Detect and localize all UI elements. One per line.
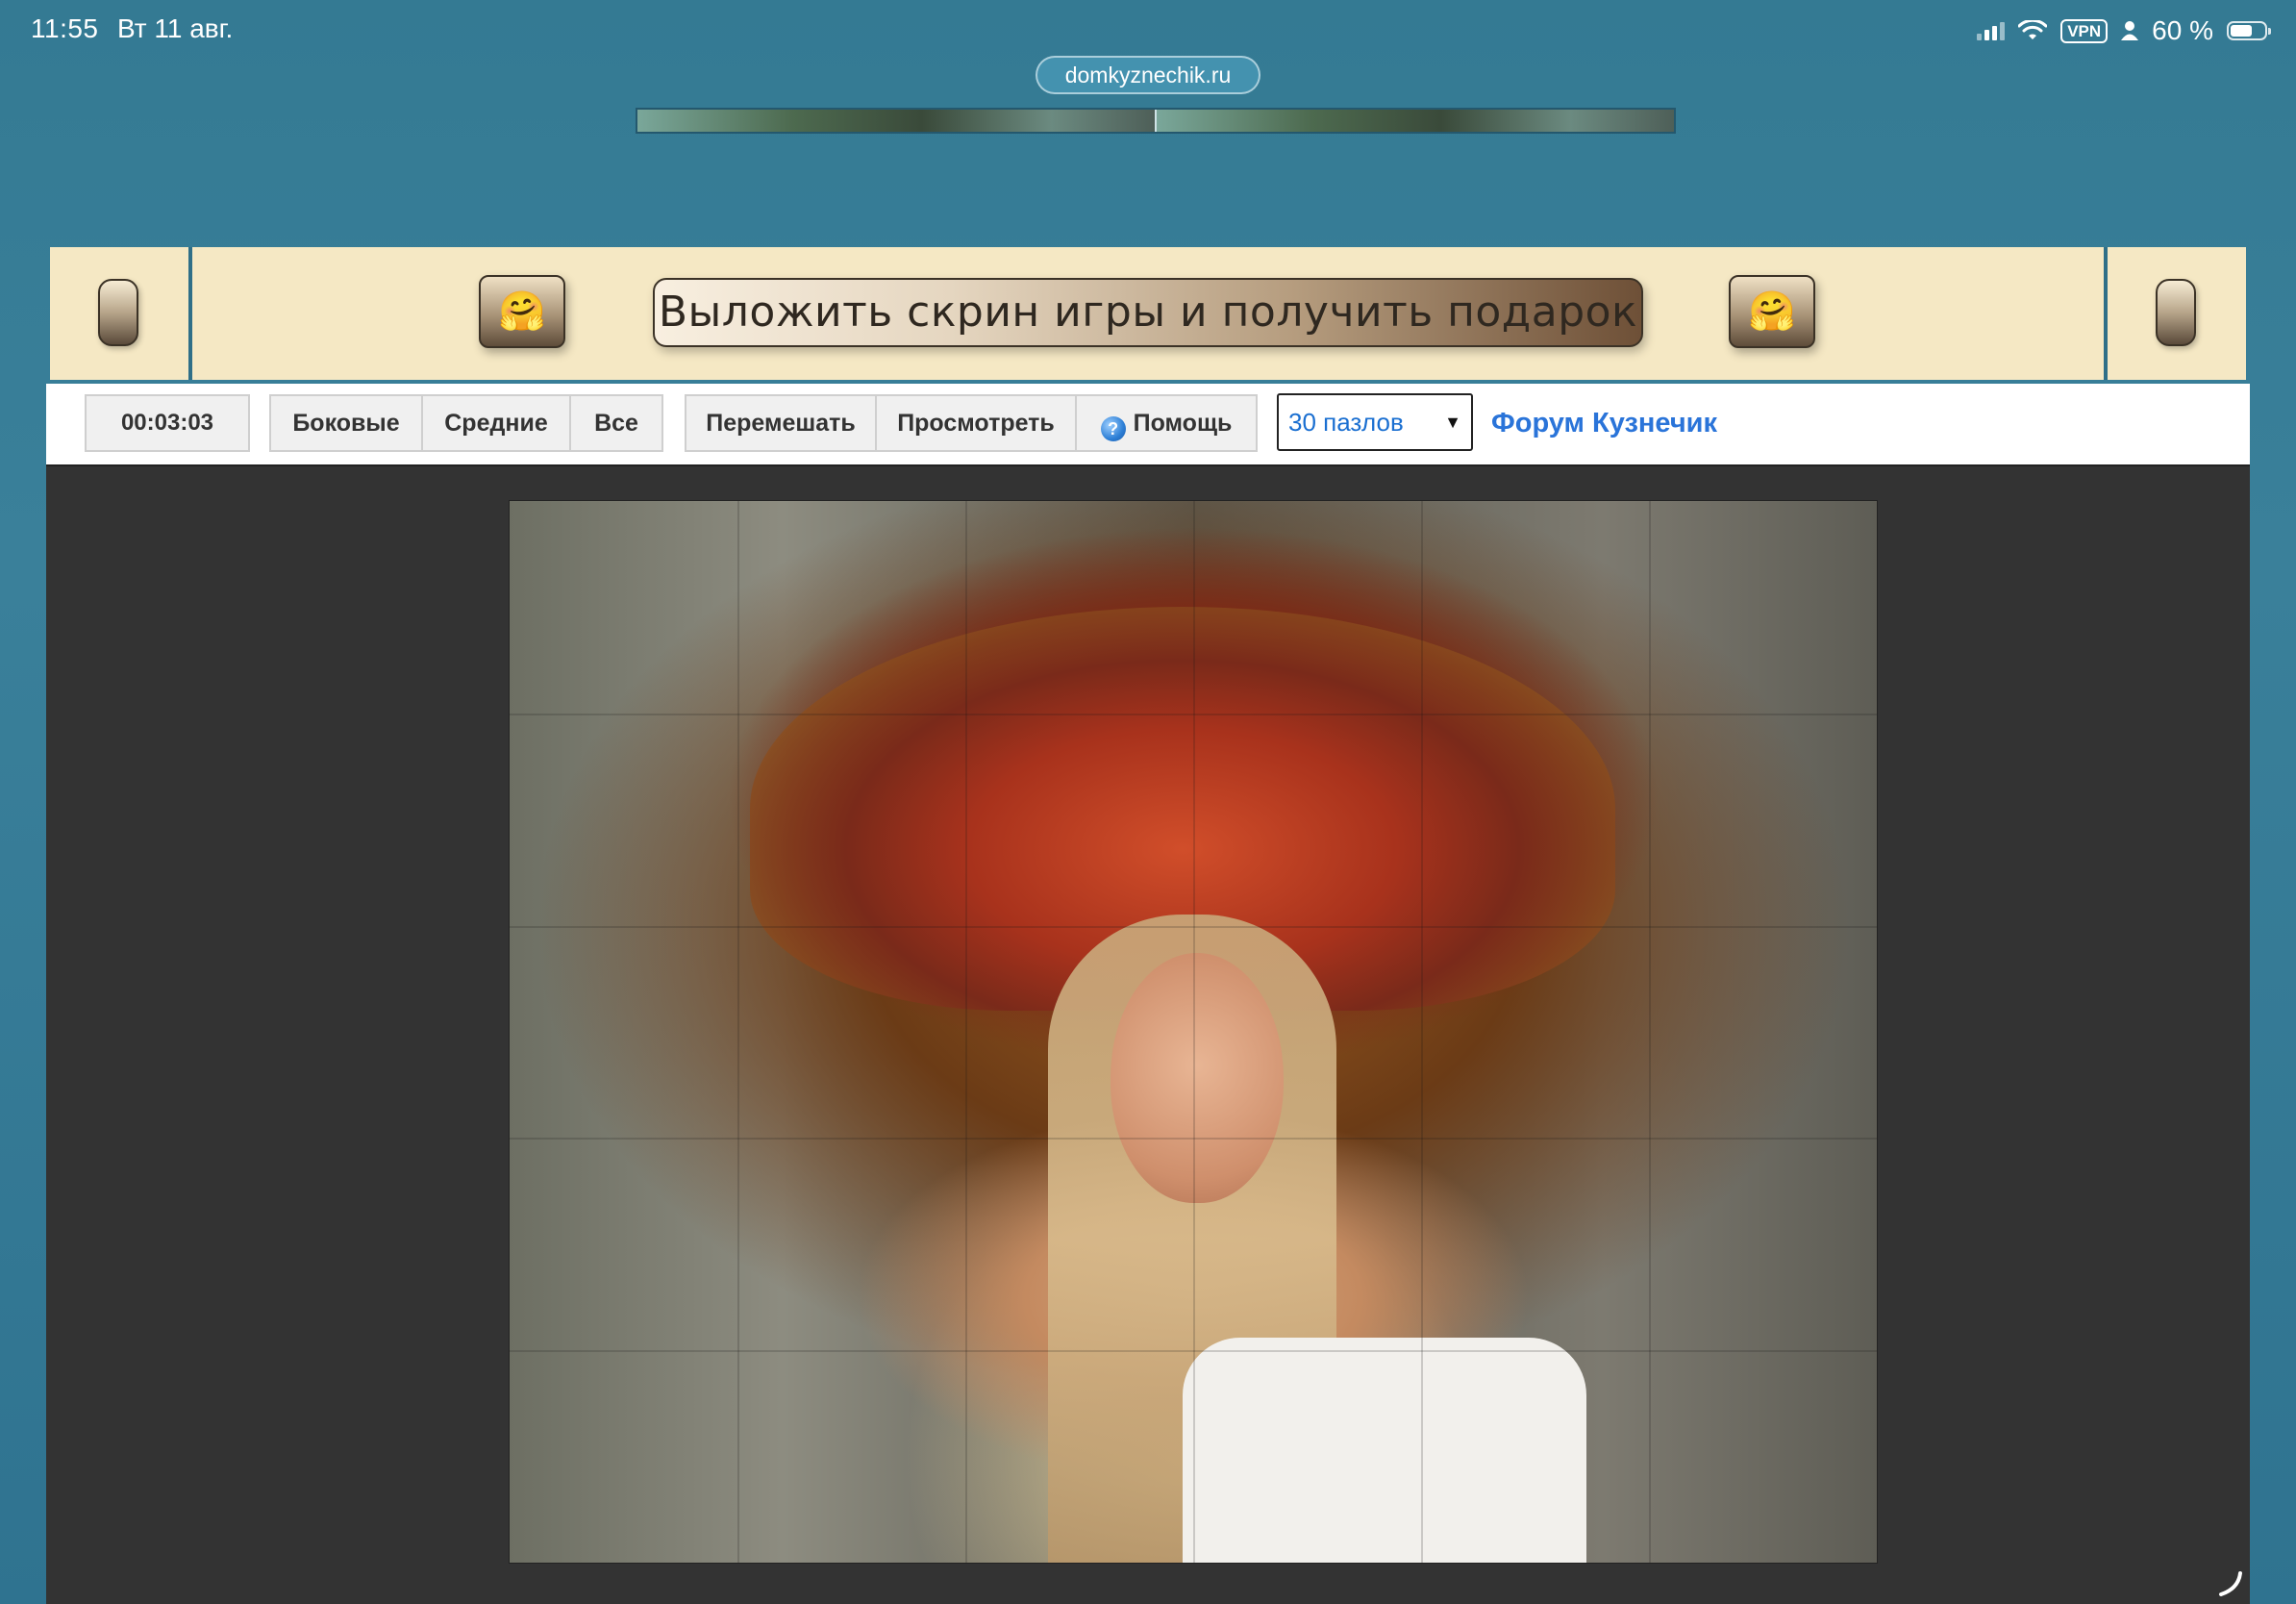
person-icon [2121,21,2139,40]
puzzle-grid-line-vertical [1421,501,1423,1563]
edges-filter-button[interactable]: Боковые [269,394,423,452]
hug-emoji-button-left[interactable]: 🤗 [479,275,565,348]
status-right-group: VPN 60 % [1977,12,2271,50]
strip-image-left[interactable] [637,110,1157,132]
vpn-badge: VPN [2060,18,2109,43]
battery-icon [2227,21,2271,40]
all-filter-button[interactable]: Все [569,394,663,452]
loading-swoosh-icon [2219,1571,2242,1596]
banner-handle-left[interactable] [98,279,138,346]
puzzle-grid-line-horizontal [510,1138,1877,1140]
puzzle-grid-line-horizontal [510,1350,1877,1352]
strip-image-right[interactable] [1157,110,1674,132]
piece-count-select[interactable]: 30 пазлов ▼ [1277,393,1473,451]
banner-handle-right[interactable] [2156,279,2196,346]
middles-filter-button[interactable]: Средние [421,394,571,452]
status-date: Вт 11 авг. [117,13,234,43]
puzzle-grid-line-horizontal [510,926,1877,928]
top-image-strip [636,108,1676,134]
banner-divider-right [2104,247,2108,380]
banner-divider-left [188,247,192,380]
puzzle-grid-line-vertical [737,501,739,1563]
game-area [46,466,2250,1604]
timer-display: 00:03:03 [85,394,250,452]
piece-count-value: 30 пазлов [1288,408,1404,437]
url-pill[interactable]: domkyznechik.ru [1036,56,1260,94]
cellular-signal-icon [1977,21,2006,40]
promo-banner: 🤗 Выложить скрин игры и получить подарок… [50,247,2246,380]
wifi-icon [2018,20,2048,39]
puzzle-grid-line-vertical [1193,501,1195,1563]
game-toolbar: 00:03:03 Боковые Средние Все Перемешать … [46,384,2250,467]
share-screenshot-button[interactable]: Выложить скрин игры и получить подарок [653,278,1643,347]
caret-down-icon: ▼ [1444,413,1461,432]
puzzle-grid-line-horizontal [510,714,1877,715]
puzzle-image-face [1111,953,1284,1203]
preview-button[interactable]: Просмотреть [875,394,1077,452]
puzzle-board[interactable] [509,500,1878,1564]
battery-percentage: 60 % [2152,15,2213,45]
question-circle-icon: ? [1100,416,1126,441]
puzzle-grid-line-vertical [1649,501,1651,1563]
shuffle-button[interactable]: Перемешать [685,394,877,452]
forum-link[interactable]: Форум Кузнечик [1491,394,1717,452]
status-bar: 11:55 Вт 11 авг. VPN 60 % [0,0,2296,60]
puzzle-grid-line-vertical [965,501,967,1563]
hug-emoji-button-right[interactable]: 🤗 [1729,275,1815,348]
puzzle-image-shirt [1183,1338,1586,1563]
status-time: 11:55 [31,13,99,43]
help-label: Помощь [1133,410,1233,437]
page: 11:55 Вт 11 авг. VPN 60 % domkyznechik.r… [0,0,2296,1604]
help-button[interactable]: ? Помощь [1075,394,1258,452]
